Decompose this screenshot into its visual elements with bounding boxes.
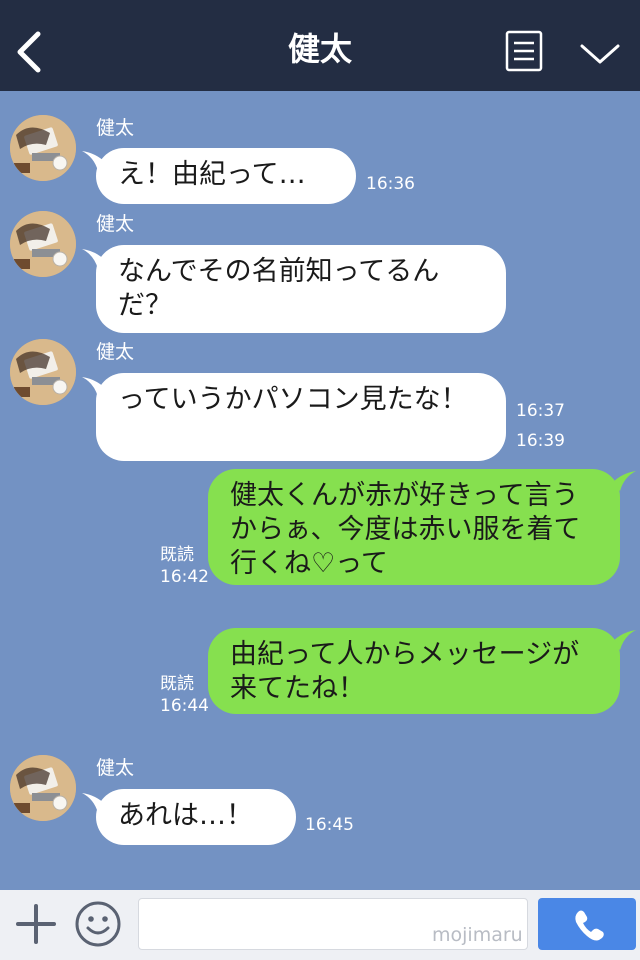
call-button[interactable] xyxy=(538,898,636,950)
message-incoming: 健太 なんでその名前知ってるんだ？ 16:37 xyxy=(0,211,640,421)
message-bubble[interactable]: え！由紀って… xyxy=(96,148,356,204)
sender-name: 健太 xyxy=(96,213,135,235)
message-outgoing: 既読 16:42 健太くんが赤が好きって言うからぁ、今度は赤い服を着て行くね♡っ… xyxy=(0,467,640,589)
read-receipt: 既読 xyxy=(160,674,194,694)
message-bubble[interactable]: あれは…！ xyxy=(96,789,296,845)
message-outgoing: 既読 16:44 由紀って人からメッセージが来てたね！ xyxy=(0,626,640,718)
avatar[interactable] xyxy=(10,211,76,277)
chat-area[interactable]: 健太 え！由紀って… 16:36 健太 なんでその名前知ってるんだ？ 16:37 xyxy=(0,91,640,890)
smiley-icon xyxy=(75,901,121,947)
chevron-down-icon xyxy=(580,44,620,64)
sender-name: 健太 xyxy=(96,757,135,779)
message-time: 16:39 xyxy=(516,431,565,451)
plus-icon xyxy=(16,904,56,944)
phone-icon xyxy=(575,910,604,941)
message-incoming: 健太 え！由紀って… 16:36 xyxy=(0,91,640,211)
message-bubble[interactable]: なんでその名前知ってるんだ？ xyxy=(96,245,506,333)
sender-name: 健太 xyxy=(96,117,135,139)
watermark-text: mojimaru xyxy=(432,924,523,946)
read-receipt: 既読 xyxy=(160,545,194,565)
message-bubble[interactable]: 由紀って人からメッセージが来てたね！ xyxy=(208,628,620,714)
message-time: 16:45 xyxy=(305,815,354,835)
message-bubble[interactable]: っていうかパソコン見たな！ xyxy=(96,373,506,461)
message-bubble[interactable]: 健太くんが赤が好きって言うからぁ、今度は赤い服を着て行くね♡って xyxy=(208,469,620,585)
add-button[interactable] xyxy=(14,902,58,946)
document-list-icon xyxy=(505,30,543,72)
chat-title: 健太 xyxy=(287,30,352,68)
menu-button[interactable] xyxy=(504,30,544,72)
message-time: 16:36 xyxy=(366,174,415,194)
chat-header: 健太 xyxy=(0,0,640,91)
avatar[interactable] xyxy=(10,115,76,181)
avatar[interactable] xyxy=(10,755,76,821)
back-button[interactable] xyxy=(8,22,52,78)
sender-name: 健太 xyxy=(96,341,135,363)
message-time: 16:44 xyxy=(160,696,209,716)
chevron-left-icon xyxy=(17,31,41,73)
toggle-button[interactable] xyxy=(576,36,624,72)
message-incoming: 健太 あれは…！ 16:45 xyxy=(0,755,640,855)
message-time: 16:42 xyxy=(160,567,209,587)
avatar[interactable] xyxy=(10,339,76,405)
emoji-button[interactable] xyxy=(74,900,122,948)
